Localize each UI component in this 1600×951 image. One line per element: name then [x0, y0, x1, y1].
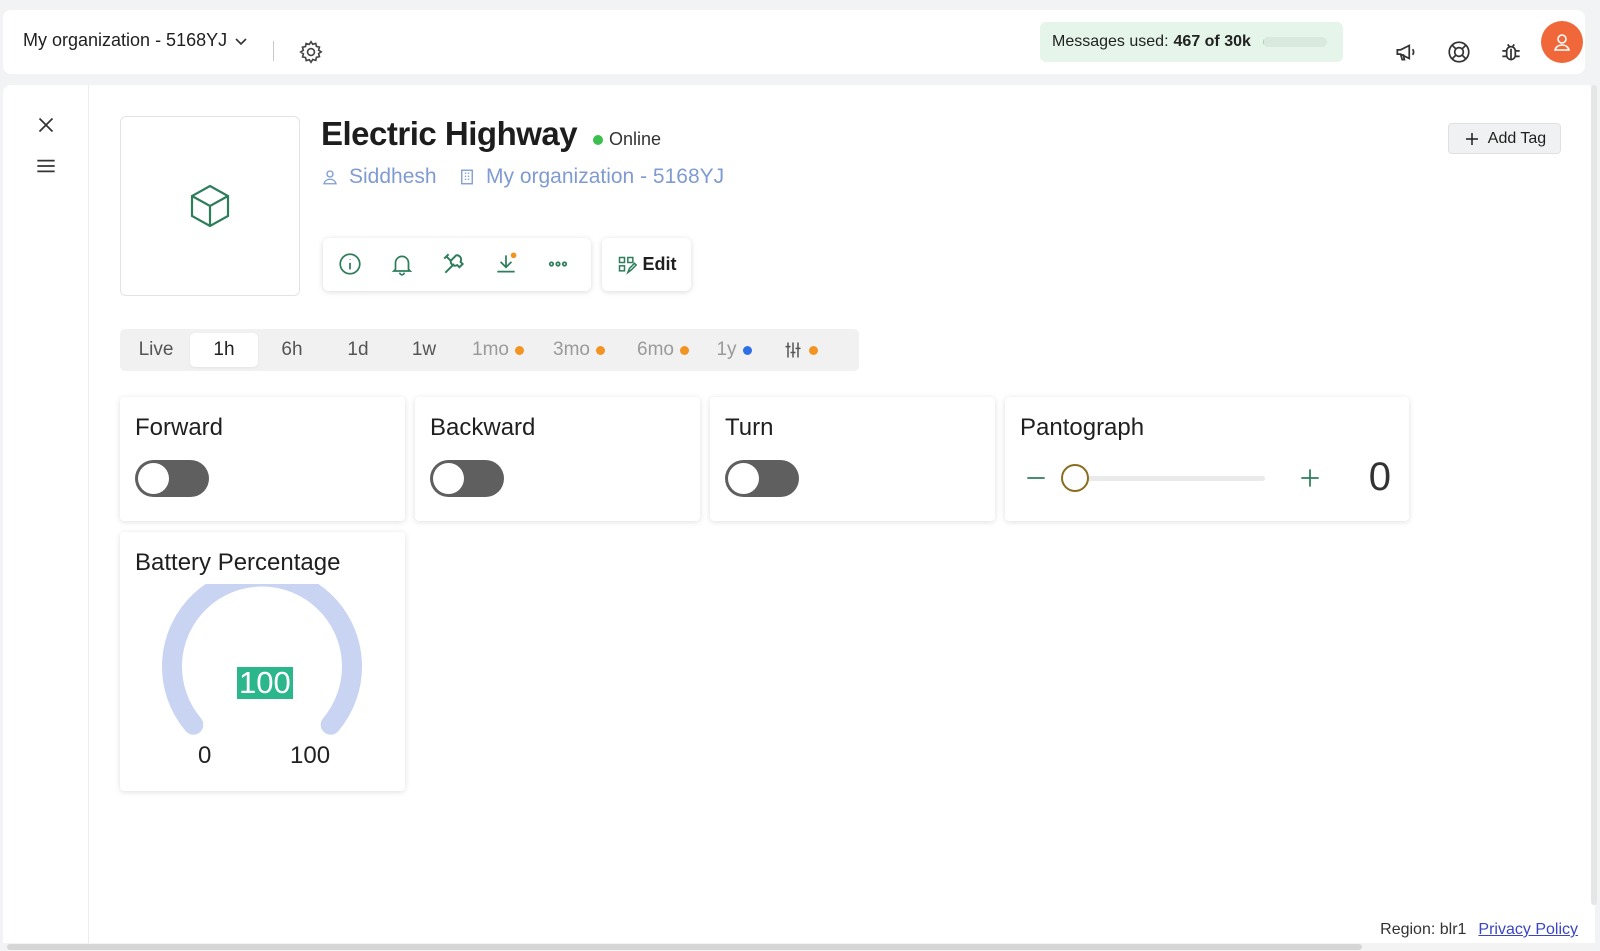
megaphone-icon[interactable]	[1393, 39, 1419, 65]
user-avatar-icon	[1553, 34, 1571, 51]
backward-toggle[interactable]	[430, 460, 504, 497]
battery-gauge-max: 100	[290, 742, 331, 769]
plus-icon	[1465, 132, 1478, 145]
device-owner: Siddhesh	[349, 165, 437, 188]
turn-toggle[interactable]	[725, 460, 799, 497]
range-indicator-dot	[742, 345, 752, 355]
pantograph-slider-track[interactable]	[1065, 476, 1265, 481]
range-indicator-dot	[595, 345, 605, 355]
battery-gauge-value: 100	[237, 665, 293, 700]
download-icon[interactable]	[493, 251, 519, 277]
widget-title: Turn	[725, 414, 774, 441]
info-icon[interactable]	[337, 251, 363, 277]
range-1d[interactable]: 1d	[324, 333, 392, 367]
widget-title: Pantograph	[1020, 414, 1145, 441]
vertical-scrollbar[interactable]	[1591, 85, 1597, 905]
device-panel: Electric Highway Online Siddhesh My orga…	[3, 85, 1595, 951]
range-Live[interactable]: Live	[124, 333, 188, 367]
range-label: 1y	[716, 339, 737, 360]
more-icon[interactable]	[545, 251, 571, 277]
org-selector-label: My organization - 5168YJ	[23, 30, 228, 50]
widget-forward: Forward	[120, 397, 405, 521]
device-owner-link[interactable]: Siddhesh	[321, 165, 437, 189]
widget-turn: Turn	[710, 397, 995, 521]
org-selector[interactable]: My organization - 5168YJ	[23, 30, 249, 51]
widget-title: Forward	[135, 414, 224, 441]
range-1mo[interactable]: 1mo	[460, 333, 536, 367]
gear-icon[interactable]	[298, 39, 324, 65]
range-label: 1mo	[472, 339, 509, 360]
device-status: Online	[593, 129, 661, 150]
user-avatar[interactable]	[1541, 21, 1583, 63]
range-settings-dot	[808, 345, 818, 355]
range-label: 1d	[347, 339, 369, 360]
range-label: 1w	[411, 339, 437, 360]
messages-usage-label: Messages used:	[1052, 33, 1169, 50]
edit-button[interactable]: Edit	[602, 238, 691, 291]
left-rail	[3, 85, 89, 951]
user-icon	[323, 170, 337, 185]
status-dot	[593, 134, 603, 145]
edit-button-label: Edit	[642, 254, 677, 274]
range-indicator-dot	[514, 345, 524, 355]
widget-pantograph: Pantograph 0	[1005, 397, 1409, 521]
tools-icon[interactable]	[441, 251, 467, 277]
device-toolbar	[323, 238, 591, 291]
lifebuoy-icon[interactable]	[1446, 39, 1472, 65]
range-label: 3mo	[553, 339, 590, 360]
widget-battery-percentage: Battery Percentage 100 0 100	[120, 532, 405, 791]
range-label: 6mo	[637, 339, 674, 360]
range-6mo[interactable]: 6mo	[624, 333, 702, 367]
device-title: Electric Highway	[321, 115, 578, 152]
increment-icon[interactable]	[1297, 465, 1323, 491]
widget-backward: Backward	[415, 397, 700, 521]
range-label: Live	[138, 339, 174, 360]
device-org-link[interactable]: My organization - 5168YJ	[458, 165, 724, 189]
sliders-icon	[785, 342, 800, 358]
close-icon[interactable]	[33, 112, 59, 138]
bell-icon[interactable]	[389, 251, 415, 277]
widget-title: Battery Percentage	[135, 549, 341, 576]
chevron-down-icon	[235, 37, 247, 45]
edit-layout-icon	[618, 256, 637, 275]
messages-usage-bar	[1262, 37, 1327, 47]
range-settings-button[interactable]	[770, 333, 830, 367]
forward-toggle[interactable]	[135, 460, 209, 497]
range-label: 1h	[213, 339, 235, 360]
range-3mo[interactable]: 3mo	[540, 333, 618, 367]
add-tag-button[interactable]: Add Tag	[1448, 123, 1561, 154]
range-6h[interactable]: 6h	[260, 333, 324, 367]
horizontal-scrollbar[interactable]	[3, 943, 1595, 951]
decrement-icon[interactable]	[1023, 465, 1049, 491]
status-label: Online	[609, 129, 662, 149]
widget-title: Backward	[430, 414, 536, 441]
divider	[273, 41, 274, 61]
battery-gauge	[162, 584, 362, 735]
time-range-selector: 1y 6mo 3mo 1mo 1w 1d 6h 1h Live	[120, 329, 859, 371]
range-1y[interactable]: 1y	[704, 333, 764, 367]
messages-usage-pill: Messages used: 467 of 30k	[1040, 22, 1343, 62]
pantograph-value: 0	[1368, 455, 1391, 499]
messages-usage-count: 467 of 30k	[1173, 33, 1251, 50]
range-indicator-dot	[679, 345, 689, 355]
range-1h[interactable]: 1h	[190, 333, 258, 367]
range-1w[interactable]: 1w	[392, 333, 456, 367]
bug-icon[interactable]	[1498, 39, 1524, 65]
region-label: Region: blr1	[1380, 921, 1467, 938]
top-bar: My organization - 5168YJ Messages used: …	[3, 10, 1585, 74]
footer: Region: blr1 Privacy Policy	[1380, 921, 1578, 939]
building-icon	[461, 169, 473, 185]
battery-gauge-min: 0	[198, 742, 212, 769]
pantograph-slider-handle[interactable]	[1061, 464, 1089, 492]
device-thumbnail	[120, 116, 300, 296]
menu-icon[interactable]	[33, 153, 59, 179]
device-organization: My organization - 5168YJ	[486, 165, 725, 188]
range-label: 6h	[281, 339, 303, 360]
add-tag-label: Add Tag	[1487, 129, 1547, 147]
cube-icon	[190, 184, 230, 228]
privacy-policy-link[interactable]: Privacy Policy	[1478, 921, 1578, 939]
